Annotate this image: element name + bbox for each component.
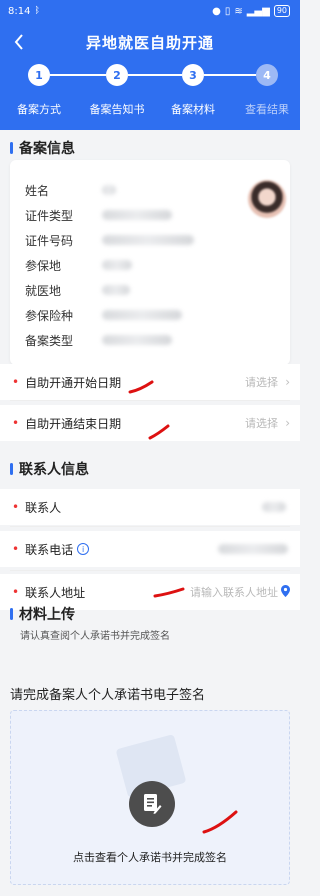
info-icon[interactable]: i xyxy=(77,543,90,555)
contact-person-field[interactable]: • 联系人 xyxy=(0,489,300,525)
filing-info-card: 姓名 证件类型 证件号码 参保地 就医地 参保险种 备案类型 xyxy=(10,160,290,365)
battery-indicator: 90 xyxy=(273,5,290,17)
section-accent-bar xyxy=(10,463,13,475)
bluetooth-icon: ᛒ xyxy=(34,6,40,16)
materials-hint: 请认真查阅个人承诺书并完成签名 xyxy=(20,631,170,642)
info-label-insured-place: 参保地 xyxy=(25,259,62,273)
contact-person-label: 联系人 xyxy=(25,500,62,515)
redacted-value xyxy=(102,210,172,220)
start-date-label: 自助开通开始日期 xyxy=(25,375,122,390)
required-marker: • xyxy=(12,500,20,514)
step-progress: 1 2 3 4 备案方式 备案告知书 备案材料 查看结果 xyxy=(0,62,300,122)
chevron-right-icon: › xyxy=(285,375,290,389)
step-2-label: 备案告知书 xyxy=(89,103,145,116)
signature-action-text: 点击查看个人承诺书并完成签名 xyxy=(73,851,227,864)
status-bar: 8:14 ᛒ ● ▯ ≋ ▂▄▆ 90 xyxy=(0,0,300,22)
divider xyxy=(10,526,290,527)
required-marker: • xyxy=(12,375,20,389)
redacted-value xyxy=(102,260,132,270)
redacted-value xyxy=(102,335,172,345)
vibrate-icon: ▯ xyxy=(224,5,231,17)
step-2-circle: 2 xyxy=(106,64,128,86)
end-date-label: 自助开通结束日期 xyxy=(25,416,122,431)
step-1-circle: 1 xyxy=(28,64,50,86)
signature-title: 请完成备案人个人承诺书电子签名 xyxy=(10,688,206,703)
app-header: 8:14 ᛒ ● ▯ ≋ ▂▄▆ 90 异地就医自助开通 1 2 3 4 备案方… xyxy=(0,0,300,130)
step-4-label: 查看结果 xyxy=(245,103,289,116)
info-label-name: 姓名 xyxy=(25,184,50,198)
start-date-placeholder: 请选择 xyxy=(245,376,278,389)
step-4-circle: 4 xyxy=(256,64,278,86)
start-date-field[interactable]: • 自助开通开始日期 请选择 › xyxy=(0,364,300,400)
redacted-value xyxy=(102,185,116,195)
end-date-placeholder: 请选择 xyxy=(245,417,278,430)
required-marker: • xyxy=(12,542,20,556)
divider xyxy=(10,570,290,571)
nav-bar: 异地就医自助开通 xyxy=(0,22,300,62)
redacted-value xyxy=(218,544,288,554)
signature-upload-area[interactable]: 点击查看个人承诺书并完成签名 xyxy=(10,710,290,885)
section-accent-bar xyxy=(10,142,13,154)
chevron-left-icon xyxy=(14,34,23,50)
contact-phone-label: 联系电话 xyxy=(25,542,74,557)
step-connector xyxy=(50,74,106,76)
redacted-value xyxy=(102,310,182,320)
status-time: 8:14 xyxy=(8,5,31,17)
filing-info-heading: 备案信息 xyxy=(10,138,75,158)
back-button[interactable] xyxy=(8,31,30,53)
location-status-icon: ● xyxy=(212,5,221,17)
info-label-id-type: 证件类型 xyxy=(25,209,74,223)
step-connector xyxy=(204,74,256,76)
wifi-icon: ≋ xyxy=(234,5,243,17)
contact-address-input[interactable]: 请输入联系人地址 xyxy=(190,584,278,600)
materials-heading: 材料上传 xyxy=(10,604,75,624)
contact-info-heading: 联系人信息 xyxy=(10,459,89,479)
filing-info-title: 备案信息 xyxy=(19,141,75,157)
document-sign-icon xyxy=(129,781,175,827)
chevron-right-icon: › xyxy=(285,416,290,430)
avatar xyxy=(248,180,286,218)
info-label-insurance-type: 参保险种 xyxy=(25,309,74,323)
step-3-label: 备案材料 xyxy=(171,103,215,116)
signal-icon: ▂▄▆ xyxy=(246,5,270,17)
redacted-value xyxy=(102,285,130,295)
contact-address-label: 联系人地址 xyxy=(25,585,86,600)
contact-phone-field[interactable]: • 联系电话 i xyxy=(0,531,300,567)
page-title: 异地就医自助开通 xyxy=(85,33,214,52)
info-label-filing-type: 备案类型 xyxy=(25,334,74,348)
required-marker: • xyxy=(12,585,20,599)
required-marker: • xyxy=(12,416,20,430)
materials-title: 材料上传 xyxy=(19,607,75,623)
divider xyxy=(10,400,290,401)
info-label-treatment-place: 就医地 xyxy=(25,284,62,298)
info-label-id-number: 证件号码 xyxy=(25,234,74,248)
redacted-value xyxy=(262,502,286,512)
step-1-label: 备案方式 xyxy=(17,103,61,116)
step-3-circle: 3 xyxy=(182,64,204,86)
location-pin-icon[interactable] xyxy=(281,585,290,597)
end-date-field[interactable]: • 自助开通结束日期 请选择 › xyxy=(0,405,300,441)
section-accent-bar xyxy=(10,608,13,620)
redacted-value xyxy=(102,235,194,245)
contact-info-title: 联系人信息 xyxy=(19,462,89,478)
step-connector xyxy=(128,74,182,76)
